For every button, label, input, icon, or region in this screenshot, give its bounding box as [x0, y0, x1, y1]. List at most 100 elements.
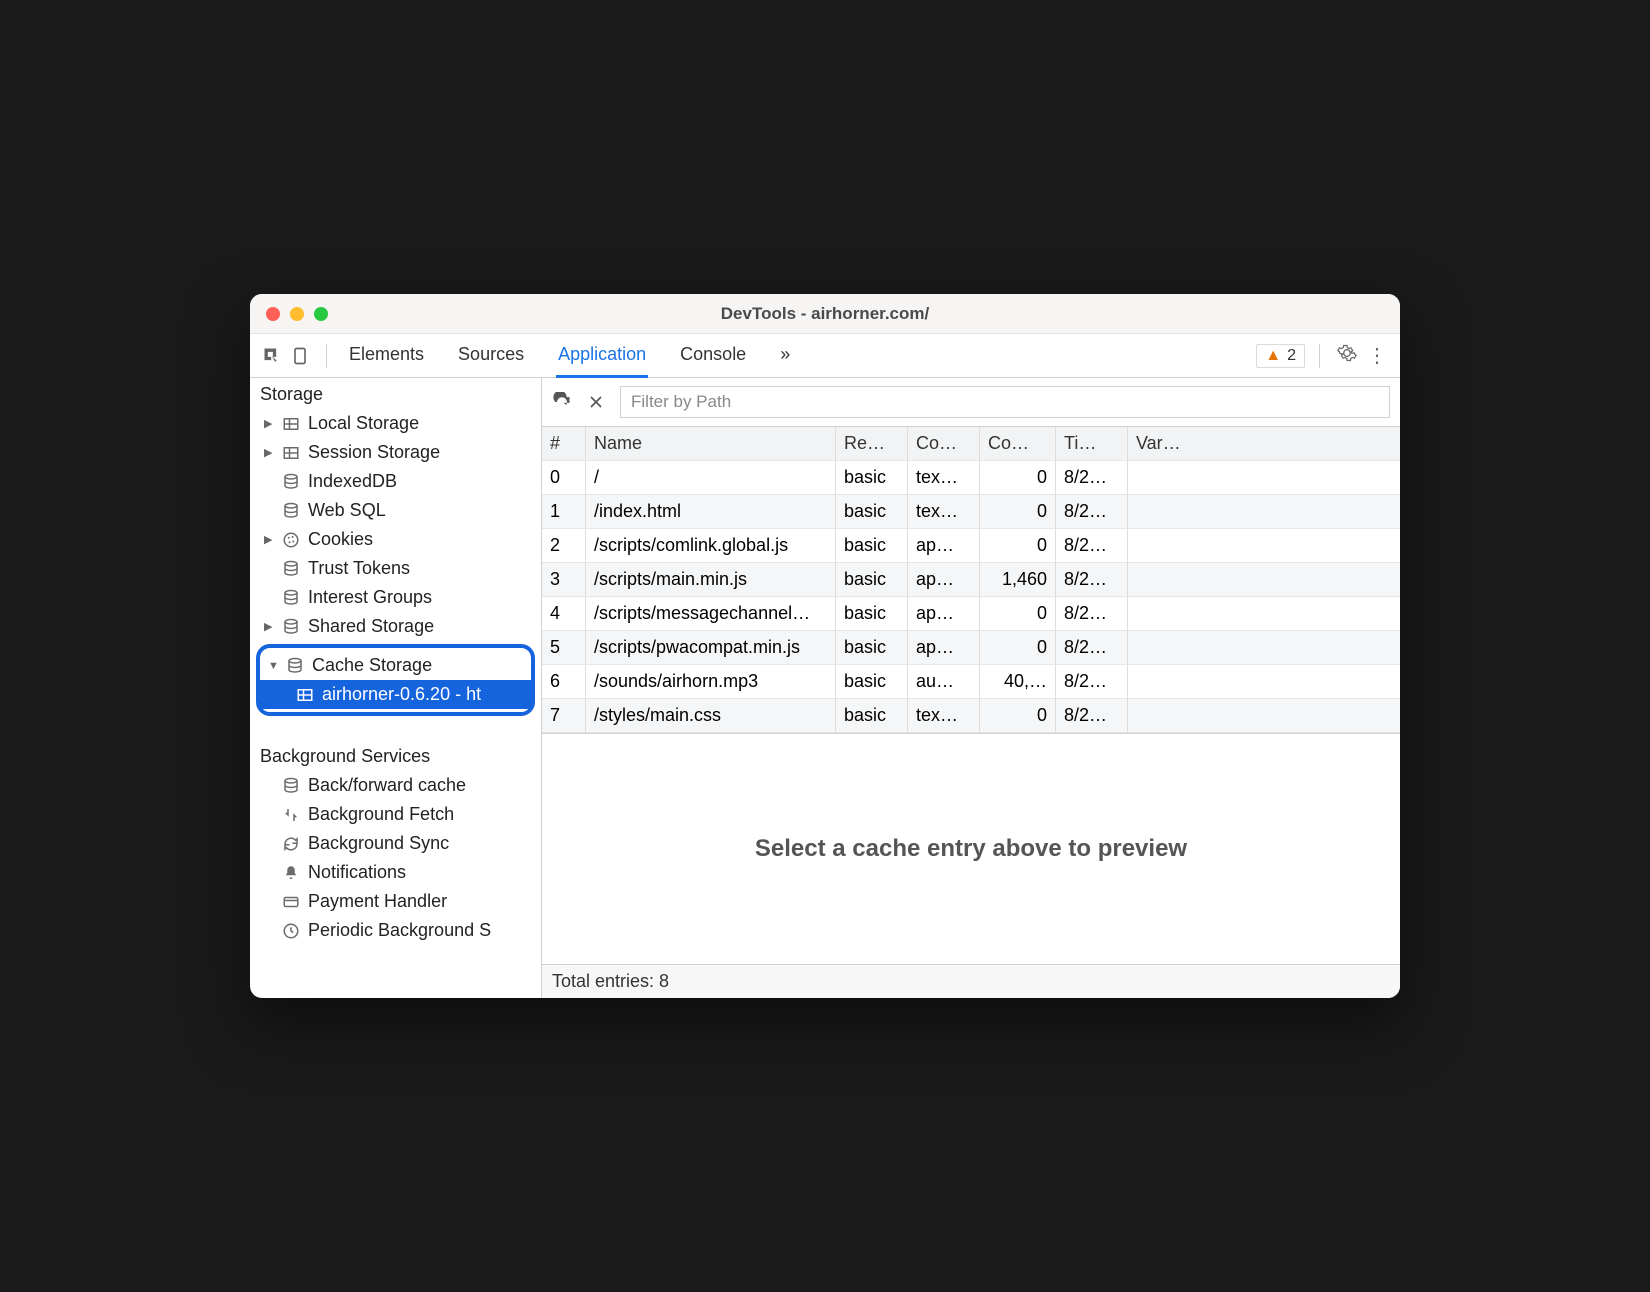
content-toolbar [542, 378, 1400, 427]
sidebar-item-web-sql[interactable]: Web SQL [250, 496, 541, 525]
preview-message: Select a cache entry above to preview [755, 835, 1187, 863]
minimize-window-button[interactable] [290, 307, 304, 321]
sidebar-item-label: Session Storage [308, 442, 440, 463]
table-row[interactable]: 4/scripts/messagechannel…basicap…08/2… [542, 597, 1400, 631]
cell-content-type: tex… [908, 699, 980, 733]
chevron-right-icon: ▶ [264, 620, 276, 633]
sidebar-item-label: Cookies [308, 529, 373, 550]
table-row[interactable]: 0/basictex…08/2… [542, 461, 1400, 495]
sidebar-item-label: IndexedDB [308, 471, 397, 492]
sidebar-item-back-forward-cache[interactable]: Back/forward cache [250, 771, 541, 800]
refresh-icon[interactable] [552, 392, 572, 412]
cell-time-cached: 8/2… [1056, 495, 1128, 529]
sidebar-item-cookies[interactable]: ▶Cookies [250, 525, 541, 554]
window-title: DevTools - airhorner.com/ [721, 304, 929, 324]
sidebar-item-label: Trust Tokens [308, 558, 410, 579]
cell-response: basic [836, 631, 908, 665]
sidebar-item-notifications[interactable]: Notifications [250, 858, 541, 887]
db-icon [282, 502, 302, 520]
col-content-length[interactable]: Co… [980, 427, 1056, 461]
cell-vary [1128, 665, 1400, 699]
cell-content-type: ap… [908, 563, 980, 597]
table-row[interactable]: 1/index.htmlbasictex…08/2… [542, 495, 1400, 529]
sidebar-item-local-storage[interactable]: ▶Local Storage [250, 409, 541, 438]
cell-content-length: 0 [980, 461, 1056, 495]
sidebar-item-indexeddb[interactable]: IndexedDB [250, 467, 541, 496]
col-name[interactable]: Name [586, 427, 836, 461]
sidebar-item-label: Notifications [308, 862, 406, 883]
cell-vary [1128, 563, 1400, 597]
cell-index: 7 [542, 699, 586, 733]
sidebar-item-trust-tokens[interactable]: Trust Tokens [250, 554, 541, 583]
settings-icon[interactable] [1334, 343, 1360, 369]
sidebar-item-background-fetch[interactable]: Background Fetch [250, 800, 541, 829]
close-window-button[interactable] [266, 307, 280, 321]
cell-vary [1128, 597, 1400, 631]
sidebar-item-label: Payment Handler [308, 891, 447, 912]
db-icon [282, 618, 302, 636]
cell-content-type: tex… [908, 495, 980, 529]
cache-storage-highlight: ▼ Cache Storage airhorner-0.6.20 - ht [256, 644, 535, 716]
clear-icon[interactable] [586, 392, 606, 412]
tab-application[interactable]: Application [556, 334, 648, 378]
inspect-element-icon[interactable] [260, 344, 284, 368]
cell-content-length: 0 [980, 529, 1056, 563]
sidebar-item-cache-entry[interactable]: airhorner-0.6.20 - ht [260, 680, 531, 709]
sidebar-item-interest-groups[interactable]: Interest Groups [250, 583, 541, 612]
cell-response: basic [836, 495, 908, 529]
cell-name: / [586, 461, 836, 495]
tab-console[interactable]: Console [678, 334, 748, 377]
titlebar: DevTools - airhorner.com/ [250, 294, 1400, 334]
panel-tabs: Elements Sources Application Console » [347, 334, 792, 377]
more-menu-icon[interactable]: ⋮ [1364, 343, 1390, 368]
cell-index: 4 [542, 597, 586, 631]
sidebar-item-shared-storage[interactable]: ▶Shared Storage [250, 612, 541, 641]
grid-icon [282, 444, 302, 462]
col-content-type[interactable]: Co… [908, 427, 980, 461]
col-time-cached[interactable]: Ti… [1056, 427, 1128, 461]
chevron-right-icon: ▶ [264, 446, 276, 459]
col-vary[interactable]: Var… [1128, 427, 1400, 461]
sidebar-item-label: Periodic Background S [308, 920, 491, 941]
sidebar-item-label: Background Sync [308, 833, 449, 854]
tab-elements[interactable]: Elements [347, 334, 426, 377]
table-row[interactable]: 3/scripts/main.min.jsbasicap…1,4608/2… [542, 563, 1400, 597]
sidebar-item-session-storage[interactable]: ▶ Session Storage [250, 438, 541, 467]
database-icon [286, 657, 306, 675]
device-toggle-icon[interactable] [288, 344, 312, 368]
table-row[interactable]: 5/scripts/pwacompat.min.jsbasicap…08/2… [542, 631, 1400, 665]
sidebar-item-cache-storage[interactable]: ▼ Cache Storage [260, 651, 531, 680]
cell-response: basic [836, 665, 908, 699]
cell-response: basic [836, 461, 908, 495]
cell-time-cached: 8/2… [1056, 597, 1128, 631]
issues-badge[interactable]: ▲ 2 [1256, 344, 1305, 368]
more-tabs-icon[interactable]: » [778, 334, 792, 377]
sidebar-item-label: Background Fetch [308, 804, 454, 825]
cell-vary [1128, 631, 1400, 665]
sidebar-item-label: Local Storage [308, 413, 419, 434]
warning-icon: ▲ [1265, 347, 1281, 365]
cell-vary [1128, 495, 1400, 529]
col-response[interactable]: Re… [836, 427, 908, 461]
sidebar-item-payment-handler[interactable]: Payment Handler [250, 887, 541, 916]
devtools-window: DevTools - airhorner.com/ Elements Sourc… [250, 294, 1400, 998]
filter-input[interactable] [620, 386, 1390, 418]
maximize-window-button[interactable] [314, 307, 328, 321]
cell-index: 6 [542, 665, 586, 699]
cell-name: /scripts/main.min.js [586, 563, 836, 597]
sidebar-item-background-sync[interactable]: Background Sync [250, 829, 541, 858]
main-area: Storage ▶Local Storage▶Session StorageIn… [250, 378, 1400, 998]
sidebar-item-periodic-background-s[interactable]: Periodic Background S [250, 916, 541, 945]
cell-name: /scripts/messagechannel… [586, 597, 836, 631]
col-index[interactable]: # [542, 427, 586, 461]
sidebar: Storage ▶Local Storage▶Session StorageIn… [250, 378, 542, 998]
table-row[interactable]: 6/sounds/airhorn.mp3basicau…40,…8/2… [542, 665, 1400, 699]
tab-sources[interactable]: Sources [456, 334, 526, 377]
cell-content-length: 0 [980, 597, 1056, 631]
toolbar-divider [1319, 344, 1320, 368]
table-row[interactable]: 7/styles/main.cssbasictex…08/2… [542, 699, 1400, 733]
cell-vary [1128, 461, 1400, 495]
cell-time-cached: 8/2… [1056, 699, 1128, 733]
cell-name: /scripts/pwacompat.min.js [586, 631, 836, 665]
table-row[interactable]: 2/scripts/comlink.global.jsbasicap…08/2… [542, 529, 1400, 563]
